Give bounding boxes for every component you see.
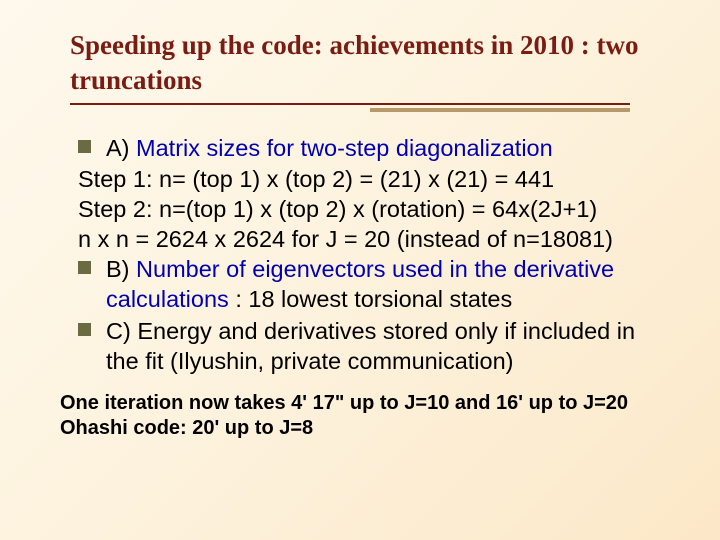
title-area: Speeding up the code: achievements in 20… [30,28,690,97]
footer-line-2: Ohashi code: 20' up to J=8 [60,416,660,442]
bullet-c-text: C) Energy and derivatives stored only if… [106,318,635,374]
square-bullet-icon [78,323,91,336]
slide-title: Speeding up the code: achievements in 20… [70,28,650,97]
line-nxn: n x n = 2624 x 2624 for J = 20 (instead … [78,224,660,254]
line-step2: Step 2: n=(top 1) x (top 2) x (rotation)… [78,194,660,224]
bullet-b-tail: : 18 lowest torsional states [229,286,512,312]
square-bullet-icon [78,140,91,153]
bullet-c: C) Energy and derivatives stored only if… [78,316,660,376]
line-step1: Step 1: n= (top 1) x (top 2) = (21) x (2… [78,164,660,194]
bullet-a-highlight: Matrix sizes for two-step diagonalizatio… [136,135,553,161]
footer-line-1: One iteration now takes 4' 17" up to J=1… [60,391,660,417]
bullet-a: A) Matrix sizes for two-step diagonaliza… [78,133,660,163]
bullet-b: B) Number of eigenvectors used in the de… [78,254,660,314]
bullet-b-prefix: B) [106,256,136,282]
bullet-a-prefix: A) [106,135,136,161]
footer: One iteration now takes 4' 17" up to J=1… [30,377,690,442]
title-underline [70,103,630,111]
slide: Speeding up the code: achievements in 20… [0,0,720,540]
body-content: A) Matrix sizes for two-step diagonaliza… [30,111,690,376]
square-bullet-icon [78,261,91,274]
